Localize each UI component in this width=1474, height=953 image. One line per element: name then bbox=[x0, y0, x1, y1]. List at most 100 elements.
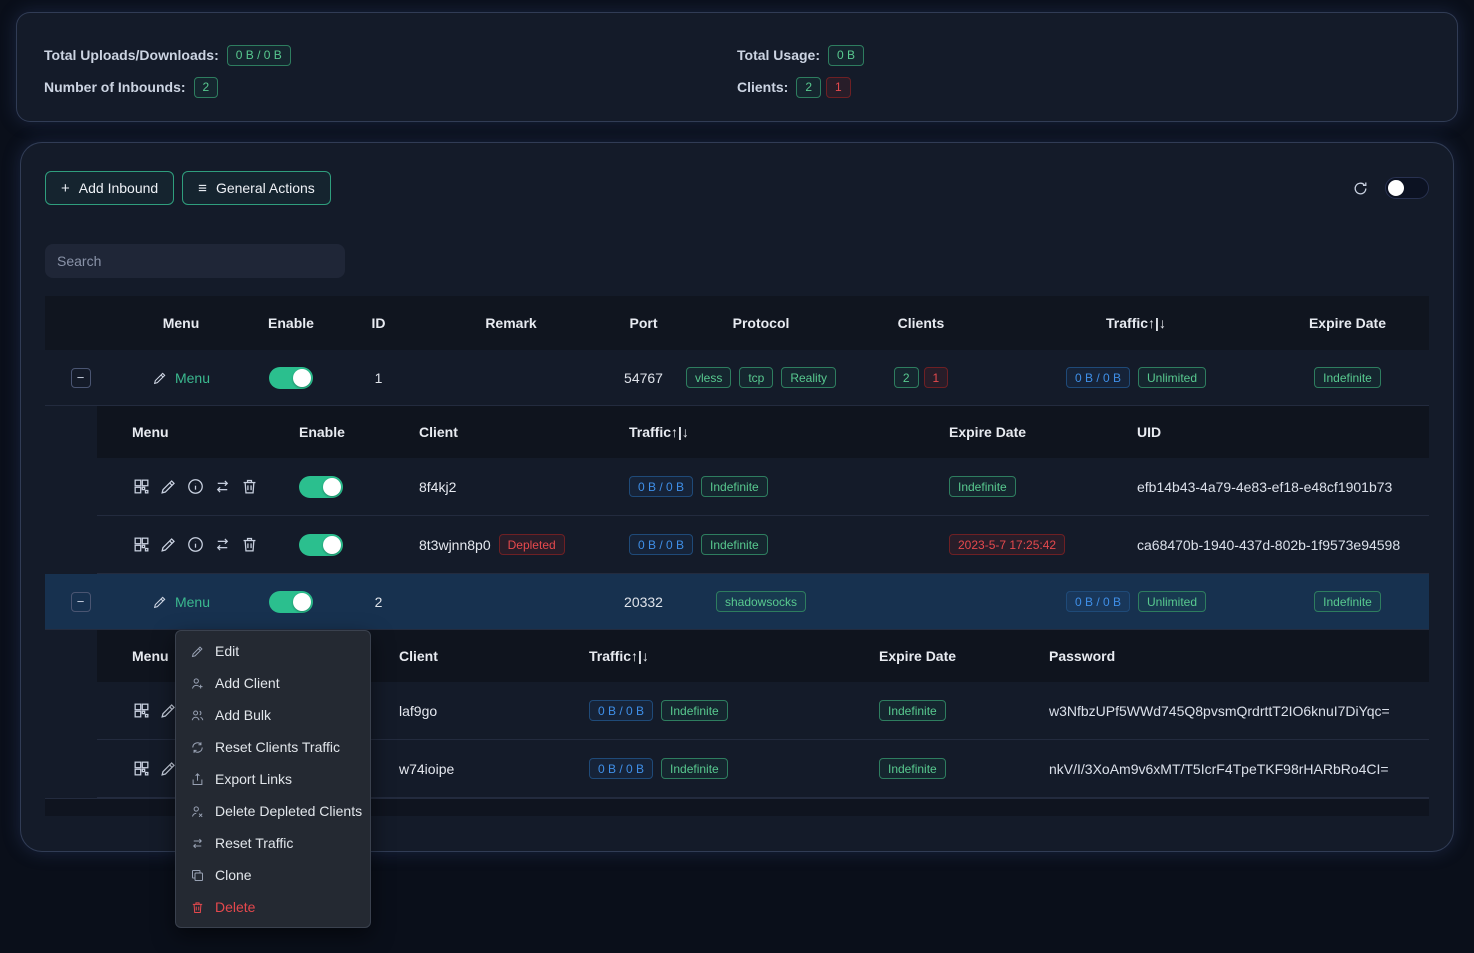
inbound-menu-trigger[interactable]: Menu bbox=[152, 370, 210, 386]
client-password: nkV/I/3XoAm9v6xMT/T5IcrF4TpeTKF98rHARbRo… bbox=[1033, 761, 1429, 777]
inbound-menu-trigger[interactable]: Menu bbox=[152, 594, 210, 610]
inbound-row-2[interactable]: − Menu 2 20332 shadowsocks 0 B / 0 B Unl… bbox=[45, 574, 1429, 630]
menu-item-delete[interactable]: Delete bbox=[176, 891, 370, 923]
users-icon bbox=[190, 708, 205, 723]
menu-item-edit[interactable]: Edit bbox=[176, 635, 370, 667]
header-client: Client bbox=[383, 648, 573, 664]
edit-icon bbox=[190, 644, 205, 659]
inbound-enable-toggle[interactable] bbox=[269, 591, 313, 613]
menu-item-reset-traffic[interactable]: Reset Traffic bbox=[176, 827, 370, 859]
client-row: 8f4kj2 0 B / 0 B Indefinite Indefinite e… bbox=[97, 458, 1429, 516]
traffic-badge: 0 B / 0 B bbox=[589, 700, 653, 721]
header-remark: Remark bbox=[421, 315, 601, 331]
client-traffic: 0 B / 0 B Indefinite bbox=[573, 700, 863, 721]
header-traffic-sort[interactable]: Traffic↑|↓ bbox=[613, 424, 933, 440]
stats-left-column: Total Uploads/Downloads: 0 B / 0 B Numbe… bbox=[44, 43, 737, 121]
clients-active-badge: 2 bbox=[894, 367, 919, 388]
trash-icon[interactable] bbox=[240, 477, 259, 496]
menu-item-add-client[interactable]: Add Client bbox=[176, 667, 370, 699]
menu-item-export-links[interactable]: Export Links bbox=[176, 763, 370, 795]
traffic-total-badge: Indefinite bbox=[701, 534, 768, 555]
client-enable-toggle[interactable] bbox=[299, 534, 343, 556]
menu-item-clone[interactable]: Clone bbox=[176, 859, 370, 891]
general-actions-button[interactable]: ≡ General Actions bbox=[182, 171, 331, 205]
expire-badge: Indefinite bbox=[1314, 591, 1381, 612]
protocol-badge: shadowsocks bbox=[716, 591, 806, 612]
info-icon[interactable] bbox=[186, 535, 205, 554]
clients-active-count: 2 bbox=[796, 77, 821, 98]
expire-badge: 2023-5-7 17:25:42 bbox=[949, 534, 1065, 555]
client-row: 8t3wjnn8p0 Depleted 0 B / 0 B Indefinite… bbox=[97, 516, 1429, 574]
edit-icon[interactable] bbox=[159, 535, 178, 554]
client-password: w3NfbzUPf5WWd745Q8pvsmQrdrttT2IO6knuI7Di… bbox=[1033, 703, 1429, 719]
menu-lines-icon: ≡ bbox=[198, 180, 207, 197]
qrcode-icon[interactable] bbox=[132, 535, 151, 554]
header-expire-date: Expire Date bbox=[933, 424, 1121, 440]
collapse-row-button[interactable]: − bbox=[71, 368, 91, 388]
stat-total-uploads: Total Uploads/Downloads: 0 B / 0 B bbox=[44, 43, 737, 67]
inbound-enable-toggle[interactable] bbox=[269, 367, 313, 389]
inbound-menu-label: Menu bbox=[175, 370, 210, 386]
add-inbound-button[interactable]: + Add Inbound bbox=[45, 171, 174, 205]
traffic-badge: 0 B / 0 B bbox=[629, 534, 693, 555]
protocol-badge: Reality bbox=[781, 367, 836, 388]
header-password: Password bbox=[1033, 648, 1429, 664]
header-clients: Clients bbox=[836, 315, 1006, 331]
inbound-protocols: vless tcp Reality bbox=[686, 367, 836, 388]
info-icon[interactable] bbox=[186, 477, 205, 496]
user-add-icon bbox=[190, 676, 205, 691]
trash-icon bbox=[190, 900, 205, 915]
header-menu: Menu bbox=[97, 424, 283, 440]
stat-number-inbounds: Number of Inbounds: 2 bbox=[44, 75, 737, 99]
header-traffic-sort[interactable]: Traffic↑|↓ bbox=[1006, 315, 1266, 331]
add-inbound-label: Add Inbound bbox=[79, 180, 158, 196]
trash-icon[interactable] bbox=[240, 535, 259, 554]
clients-depleted-count: 1 bbox=[826, 77, 851, 98]
menu-item-reset-clients-traffic[interactable]: Reset Clients Traffic bbox=[176, 731, 370, 763]
header-client: Client bbox=[403, 424, 613, 440]
toggle-knob bbox=[1388, 180, 1404, 196]
traffic-total-badge: Unlimited bbox=[1138, 367, 1206, 388]
client-name: laf9go bbox=[383, 703, 573, 719]
inbound-clients: 2 1 bbox=[836, 367, 1006, 388]
qrcode-icon[interactable] bbox=[132, 701, 151, 720]
stats-card: Total Uploads/Downloads: 0 B / 0 B Numbe… bbox=[16, 12, 1458, 122]
traffic-badge: 0 B / 0 B bbox=[1066, 367, 1130, 388]
collapse-row-button[interactable]: − bbox=[71, 592, 91, 612]
reset-traffic-icon[interactable] bbox=[213, 477, 232, 496]
client-table-inbound-1: Menu Enable Client Traffic↑|↓ Expire Dat… bbox=[97, 406, 1429, 574]
total-uploads-label: Total Uploads/Downloads: bbox=[44, 47, 219, 63]
inbound-menu-label: Menu bbox=[175, 594, 210, 610]
reset-traffic-icon[interactable] bbox=[213, 535, 232, 554]
traffic-total-badge: Indefinite bbox=[661, 700, 728, 721]
stats-right-column: Total Usage: 0 B Clients: 2 1 bbox=[737, 43, 1430, 121]
search-input[interactable] bbox=[45, 244, 345, 278]
stat-clients: Clients: 2 1 bbox=[737, 75, 1430, 99]
inbound-row-1[interactable]: − Menu 1 54767 vless tcp Reality 2 1 0 bbox=[45, 350, 1429, 406]
client-enable-toggle[interactable] bbox=[299, 476, 343, 498]
export-icon bbox=[190, 772, 205, 787]
auto-refresh-toggle[interactable] bbox=[1385, 177, 1429, 199]
client-actions bbox=[97, 535, 283, 554]
stat-total-usage: Total Usage: 0 B bbox=[737, 43, 1430, 67]
edit-icon[interactable] bbox=[159, 477, 178, 496]
clients-label: Clients: bbox=[737, 79, 788, 95]
expire-badge: Indefinite bbox=[949, 476, 1016, 497]
qrcode-icon[interactable] bbox=[132, 477, 151, 496]
clone-icon bbox=[190, 868, 205, 883]
total-usage-label: Total Usage: bbox=[737, 47, 820, 63]
client-expire: Indefinite bbox=[933, 476, 1121, 497]
menu-item-add-bulk[interactable]: Add Bulk bbox=[176, 699, 370, 731]
refresh-icon[interactable] bbox=[1352, 180, 1369, 197]
header-traffic-sort[interactable]: Traffic↑|↓ bbox=[573, 648, 863, 664]
menu-item-delete-depleted-clients[interactable]: Delete Depleted Clients bbox=[176, 795, 370, 827]
qrcode-icon[interactable] bbox=[132, 759, 151, 778]
client-uid: ca68470b-1940-437d-802b-1f9573e94598 bbox=[1121, 537, 1429, 553]
traffic-badge: 0 B / 0 B bbox=[1066, 591, 1130, 612]
header-expire-date: Expire Date bbox=[863, 648, 1033, 664]
client-expire: 2023-5-7 17:25:42 bbox=[933, 534, 1121, 555]
traffic-total-badge: Indefinite bbox=[701, 476, 768, 497]
reset-icon bbox=[190, 740, 205, 755]
depleted-badge: Depleted bbox=[499, 534, 565, 555]
client-expire: Indefinite bbox=[863, 700, 1033, 721]
